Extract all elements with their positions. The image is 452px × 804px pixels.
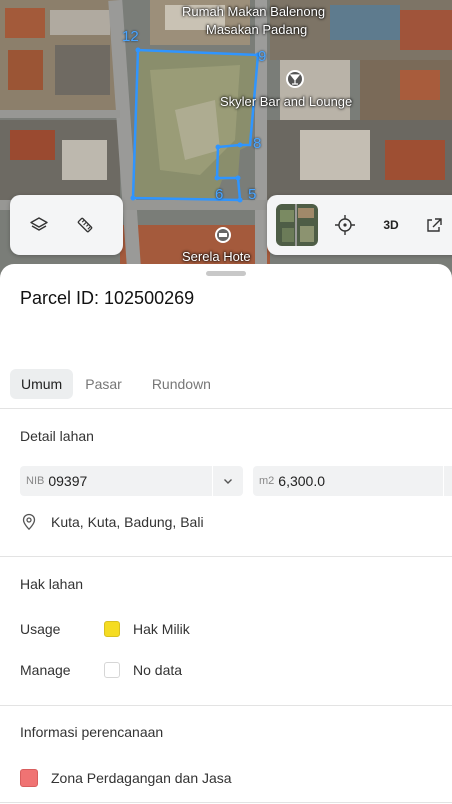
vertex-label: 5	[248, 186, 257, 203]
3d-icon: 3D	[383, 218, 399, 232]
hotel-pin-icon[interactable]	[215, 227, 231, 243]
usage-row: Usage Hak Milik	[20, 621, 190, 637]
manage-value: No data	[133, 662, 183, 678]
satellite-thumbnail	[276, 204, 318, 246]
satellite-toggle[interactable]	[276, 204, 318, 246]
divider	[0, 556, 452, 557]
bar-pin-icon[interactable]	[286, 70, 304, 88]
area-value: 6,300.0	[278, 473, 325, 489]
layers-button[interactable]	[16, 202, 62, 248]
map-layer-controls	[10, 195, 123, 255]
zone-color-swatch	[20, 769, 38, 787]
locate-crosshair-icon	[335, 215, 355, 235]
locate-button[interactable]	[322, 202, 368, 248]
tab-umum[interactable]: Umum	[10, 369, 74, 399]
vertex-label: 12	[122, 28, 139, 45]
nib-prefix: NIB	[26, 475, 45, 487]
share-button[interactable]	[414, 202, 452, 248]
vertex-label: 8	[253, 135, 262, 152]
hotel-label: Serela Hote	[182, 249, 251, 264]
chevron-down-icon	[224, 479, 232, 484]
usage-label: Usage	[20, 621, 61, 637]
zone-value: Zona Perdagangan dan Jasa	[51, 770, 232, 786]
tab-pasar[interactable]: Pasar	[74, 369, 133, 399]
manage-label: Manage	[20, 662, 71, 678]
area-field[interactable]: m2 6,300.0	[253, 466, 452, 496]
measure-button[interactable]	[62, 202, 108, 248]
planning-section-title: Informasi perencanaan	[20, 724, 164, 740]
manage-row: Manage No data	[20, 662, 182, 678]
nib-select[interactable]: NIB 09397	[20, 466, 243, 496]
area-field-divider	[443, 466, 444, 496]
map-view-controls: 3D	[267, 195, 452, 255]
tab-bar: Umum Pasar Rundown	[10, 369, 222, 399]
location-pin-icon	[22, 513, 36, 531]
vertex-label: 9	[258, 48, 267, 65]
divider	[0, 802, 452, 803]
zone-row[interactable]: Zona Perdagangan dan Jasa	[20, 769, 232, 787]
map-view[interactable]: Rumah Makan Balenong Masakan Padang Skyl…	[0, 0, 452, 285]
usage-color-swatch	[104, 621, 120, 637]
nib-value: 09397	[48, 473, 88, 489]
restaurant-label-line2: Masakan Padang	[206, 22, 308, 37]
restaurant-label: Rumah Makan Balenong	[182, 4, 326, 19]
detail-section-title: Detail lahan	[20, 428, 94, 444]
parcel-id-title: Parcel ID: 102500269	[20, 288, 195, 308]
usage-value: Hak Milik	[133, 621, 190, 637]
3d-button[interactable]: 3D	[368, 202, 414, 248]
divider	[0, 408, 452, 409]
tab-rundown[interactable]: Rundown	[141, 369, 222, 399]
parcel-bottom-sheet: Parcel ID: 102500269 Umum Pasar Rundown …	[0, 264, 452, 804]
location-row: Kuta, Kuta, Badung, Bali	[20, 513, 204, 531]
vertex-label: 6	[215, 186, 224, 203]
nib-dropdown-button[interactable]	[212, 466, 243, 496]
area-unit: m2	[259, 475, 275, 487]
hak-section-title: Hak lahan	[20, 576, 84, 592]
bar-label: Skyler Bar and Lounge	[220, 94, 353, 109]
measure-ruler-icon	[77, 217, 93, 233]
share-icon	[427, 218, 442, 232]
location-text: Kuta, Kuta, Badung, Bali	[51, 514, 204, 530]
manage-color-swatch	[104, 662, 120, 678]
sheet-drag-handle[interactable]	[206, 271, 246, 276]
layers-icon	[30, 217, 48, 231]
divider	[0, 705, 452, 706]
